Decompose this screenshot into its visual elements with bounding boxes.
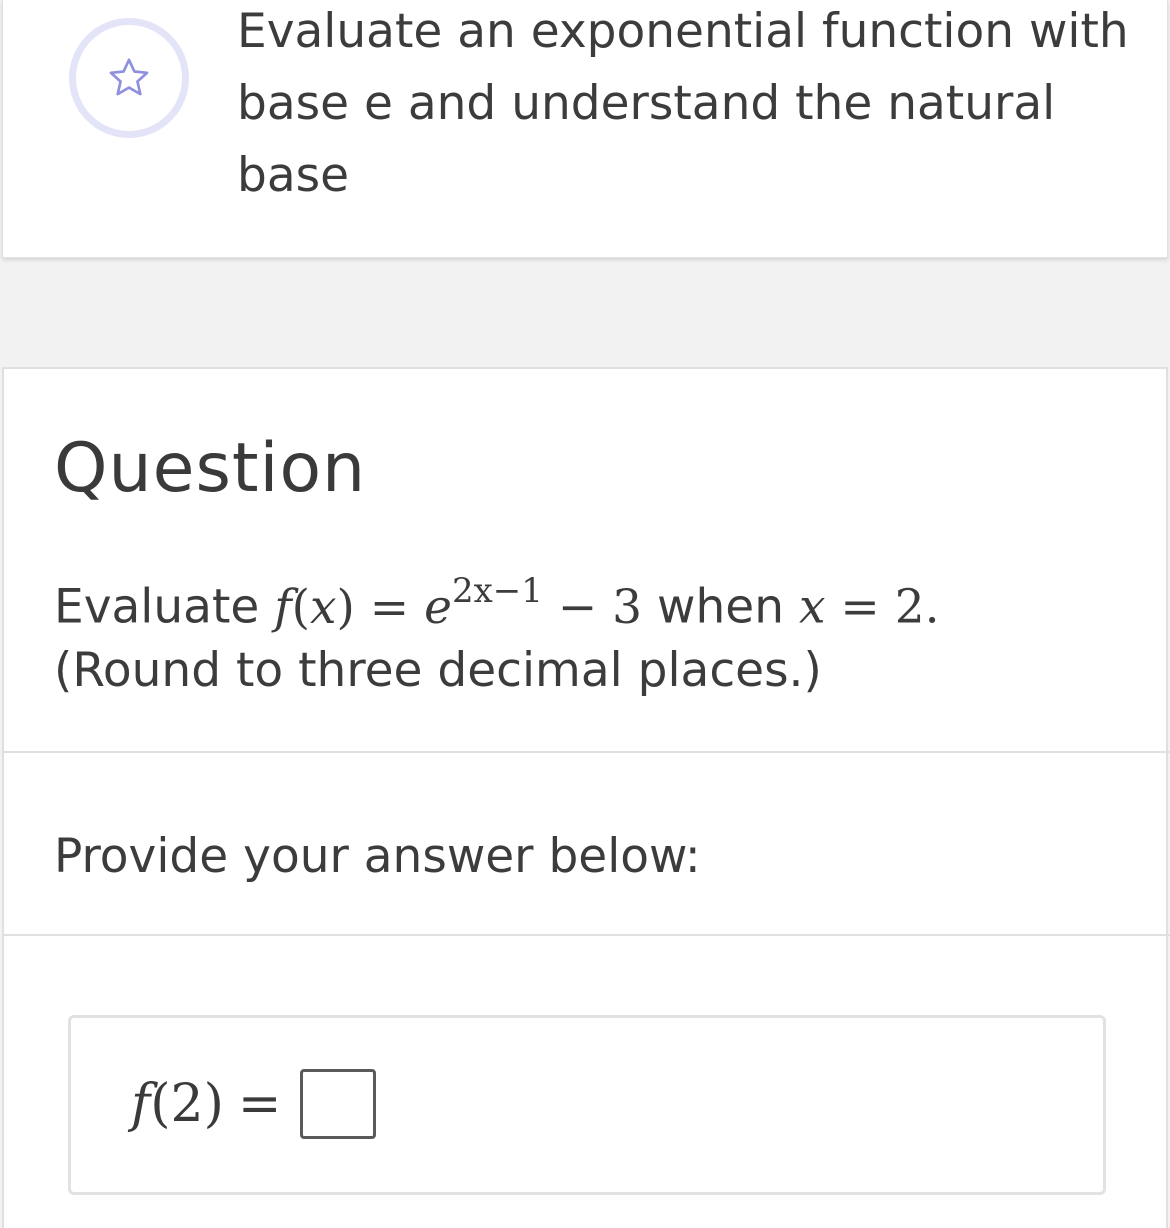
divider	[4, 751, 1170, 753]
function-var: x	[310, 579, 337, 635]
objective-title: Evaluate an exponential function with ba…	[237, 4, 1129, 203]
answer-expression: f(2) =	[131, 1068, 376, 1140]
prompt-prefix: Evaluate	[54, 579, 260, 635]
exp-base: e	[424, 579, 452, 635]
answer-function-name: f	[131, 1074, 151, 1134]
question-prompt: Evaluate f(x) = e2x−1 − 3 when x = 2.	[54, 559, 940, 644]
divider	[4, 934, 1170, 936]
objective-card: Evaluate an exponential function with ba…	[2, 0, 1168, 258]
question-card: Question Evaluate f(x) = e2x−1 − 3 when …	[2, 367, 1170, 1228]
answer-prompt: Provide your answer below:	[54, 829, 701, 884]
answer-lhs: f(2)	[131, 1068, 224, 1140]
answer-arg: (2)	[150, 1074, 224, 1134]
star-icon	[109, 58, 149, 96]
condition: x = 2.	[799, 580, 940, 635]
answer-equals: =	[237, 1074, 282, 1134]
exponent: 2x−1	[451, 571, 543, 611]
function-expression: f(x) = e2x−1 − 3	[274, 571, 643, 635]
question-heading: Question	[54, 429, 367, 508]
page: Evaluate an exponential function with ba…	[0, 0, 1170, 1228]
function-name: f	[274, 579, 292, 635]
minus-term: − 3	[557, 579, 643, 635]
rounding-instruction: (Round to three decimal places.)	[54, 643, 822, 698]
when-text: when	[657, 579, 784, 635]
condition-value: = 2.	[840, 579, 940, 635]
answer-input[interactable]	[299, 1069, 376, 1139]
answer-box: f(2) =	[68, 1015, 1106, 1195]
condition-var: x	[798, 579, 826, 635]
favorite-button[interactable]	[69, 18, 189, 138]
